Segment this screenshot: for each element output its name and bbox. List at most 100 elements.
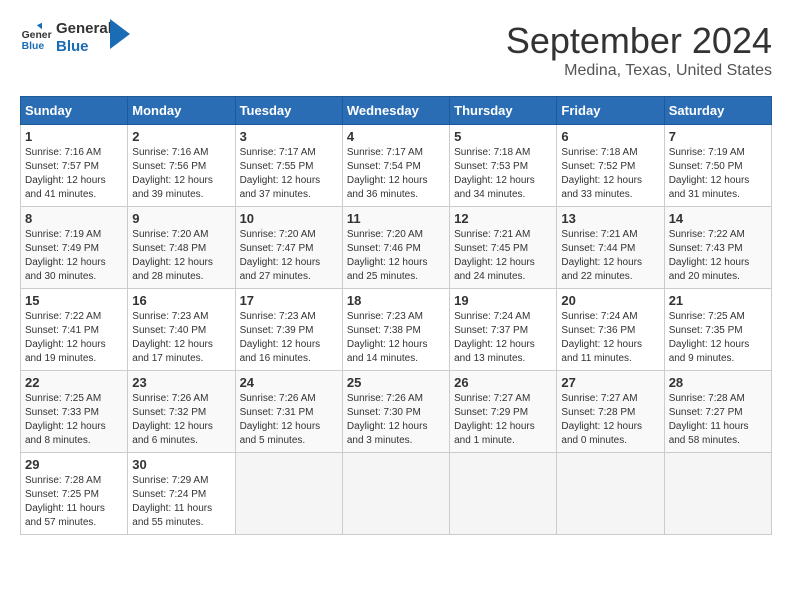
day-info: Sunrise: 7:26 AMSunset: 7:31 PMDaylight:… [240, 393, 321, 446]
calendar-cell: 25 Sunrise: 7:26 AMSunset: 7:30 PMDaylig… [342, 371, 449, 453]
day-number: 27 [561, 375, 659, 390]
day-info: Sunrise: 7:27 AMSunset: 7:28 PMDaylight:… [561, 393, 642, 446]
day-number: 4 [347, 129, 445, 144]
day-number: 29 [25, 457, 123, 472]
day-info: Sunrise: 7:18 AMSunset: 7:53 PMDaylight:… [454, 147, 535, 200]
calendar-row: 8 Sunrise: 7:19 AMSunset: 7:49 PMDayligh… [21, 207, 772, 289]
calendar-cell [342, 453, 449, 535]
calendar-cell: 16 Sunrise: 7:23 AMSunset: 7:40 PMDaylig… [128, 289, 235, 371]
day-info: Sunrise: 7:20 AMSunset: 7:47 PMDaylight:… [240, 229, 321, 282]
page-header: General Blue General Blue September 2024… [20, 20, 772, 80]
day-number: 6 [561, 129, 659, 144]
day-info: Sunrise: 7:19 AMSunset: 7:50 PMDaylight:… [669, 147, 750, 200]
calendar-cell: 26 Sunrise: 7:27 AMSunset: 7:29 PMDaylig… [450, 371, 557, 453]
day-info: Sunrise: 7:19 AMSunset: 7:49 PMDaylight:… [25, 229, 106, 282]
day-info: Sunrise: 7:23 AMSunset: 7:38 PMDaylight:… [347, 311, 428, 364]
day-number: 14 [669, 211, 767, 226]
day-number: 15 [25, 293, 123, 308]
calendar-cell: 7 Sunrise: 7:19 AMSunset: 7:50 PMDayligh… [664, 125, 771, 207]
day-info: Sunrise: 7:16 AMSunset: 7:57 PMDaylight:… [25, 147, 106, 200]
calendar-cell: 18 Sunrise: 7:23 AMSunset: 7:38 PMDaylig… [342, 289, 449, 371]
calendar-cell: 22 Sunrise: 7:25 AMSunset: 7:33 PMDaylig… [21, 371, 128, 453]
month-title: September 2024 [506, 20, 772, 62]
calendar-cell: 23 Sunrise: 7:26 AMSunset: 7:32 PMDaylig… [128, 371, 235, 453]
day-info: Sunrise: 7:26 AMSunset: 7:30 PMDaylight:… [347, 393, 428, 446]
day-number: 17 [240, 293, 338, 308]
day-number: 22 [25, 375, 123, 390]
day-number: 8 [25, 211, 123, 226]
logo-icon: General Blue [20, 22, 52, 54]
calendar-row: 15 Sunrise: 7:22 AMSunset: 7:41 PMDaylig… [21, 289, 772, 371]
day-number: 26 [454, 375, 552, 390]
calendar-cell [664, 453, 771, 535]
calendar-cell: 9 Sunrise: 7:20 AMSunset: 7:48 PMDayligh… [128, 207, 235, 289]
logo: General Blue General Blue [20, 20, 130, 56]
day-info: Sunrise: 7:29 AMSunset: 7:24 PMDaylight:… [132, 475, 212, 528]
calendar-row: 29 Sunrise: 7:28 AMSunset: 7:25 PMDaylig… [21, 453, 772, 535]
calendar-cell: 11 Sunrise: 7:20 AMSunset: 7:46 PMDaylig… [342, 207, 449, 289]
calendar-cell: 17 Sunrise: 7:23 AMSunset: 7:39 PMDaylig… [235, 289, 342, 371]
col-wednesday: Wednesday [342, 97, 449, 125]
day-number: 25 [347, 375, 445, 390]
day-number: 20 [561, 293, 659, 308]
day-info: Sunrise: 7:23 AMSunset: 7:40 PMDaylight:… [132, 311, 213, 364]
calendar-cell: 8 Sunrise: 7:19 AMSunset: 7:49 PMDayligh… [21, 207, 128, 289]
calendar-cell [450, 453, 557, 535]
calendar-cell: 20 Sunrise: 7:24 AMSunset: 7:36 PMDaylig… [557, 289, 664, 371]
day-number: 23 [132, 375, 230, 390]
calendar-cell: 29 Sunrise: 7:28 AMSunset: 7:25 PMDaylig… [21, 453, 128, 535]
col-tuesday: Tuesday [235, 97, 342, 125]
logo-chevron [110, 19, 130, 49]
calendar-cell: 21 Sunrise: 7:25 AMSunset: 7:35 PMDaylig… [664, 289, 771, 371]
calendar-cell: 12 Sunrise: 7:21 AMSunset: 7:45 PMDaylig… [450, 207, 557, 289]
day-number: 1 [25, 129, 123, 144]
col-friday: Friday [557, 97, 664, 125]
calendar-cell: 24 Sunrise: 7:26 AMSunset: 7:31 PMDaylig… [235, 371, 342, 453]
calendar-cell: 4 Sunrise: 7:17 AMSunset: 7:54 PMDayligh… [342, 125, 449, 207]
day-number: 2 [132, 129, 230, 144]
day-info: Sunrise: 7:22 AMSunset: 7:41 PMDaylight:… [25, 311, 106, 364]
calendar-cell: 27 Sunrise: 7:27 AMSunset: 7:28 PMDaylig… [557, 371, 664, 453]
day-info: Sunrise: 7:17 AMSunset: 7:55 PMDaylight:… [240, 147, 321, 200]
calendar-cell [557, 453, 664, 535]
calendar-cell: 5 Sunrise: 7:18 AMSunset: 7:53 PMDayligh… [450, 125, 557, 207]
col-sunday: Sunday [21, 97, 128, 125]
col-thursday: Thursday [450, 97, 557, 125]
calendar-cell: 13 Sunrise: 7:21 AMSunset: 7:44 PMDaylig… [557, 207, 664, 289]
header-row: Sunday Monday Tuesday Wednesday Thursday… [21, 97, 772, 125]
day-info: Sunrise: 7:22 AMSunset: 7:43 PMDaylight:… [669, 229, 750, 282]
calendar-cell: 10 Sunrise: 7:20 AMSunset: 7:47 PMDaylig… [235, 207, 342, 289]
calendar-cell: 30 Sunrise: 7:29 AMSunset: 7:24 PMDaylig… [128, 453, 235, 535]
day-info: Sunrise: 7:18 AMSunset: 7:52 PMDaylight:… [561, 147, 642, 200]
day-info: Sunrise: 7:25 AMSunset: 7:33 PMDaylight:… [25, 393, 106, 446]
day-number: 28 [669, 375, 767, 390]
day-number: 7 [669, 129, 767, 144]
day-info: Sunrise: 7:20 AMSunset: 7:48 PMDaylight:… [132, 229, 213, 282]
calendar-table: Sunday Monday Tuesday Wednesday Thursday… [20, 96, 772, 535]
day-number: 24 [240, 375, 338, 390]
day-number: 3 [240, 129, 338, 144]
day-info: Sunrise: 7:28 AMSunset: 7:25 PMDaylight:… [25, 475, 105, 528]
day-info: Sunrise: 7:16 AMSunset: 7:56 PMDaylight:… [132, 147, 213, 200]
day-info: Sunrise: 7:21 AMSunset: 7:44 PMDaylight:… [561, 229, 642, 282]
calendar-row: 22 Sunrise: 7:25 AMSunset: 7:33 PMDaylig… [21, 371, 772, 453]
day-info: Sunrise: 7:27 AMSunset: 7:29 PMDaylight:… [454, 393, 535, 446]
svg-text:General: General [22, 30, 52, 41]
calendar-cell: 1 Sunrise: 7:16 AMSunset: 7:57 PMDayligh… [21, 125, 128, 207]
title-block: September 2024 Medina, Texas, United Sta… [506, 20, 772, 80]
day-info: Sunrise: 7:26 AMSunset: 7:32 PMDaylight:… [132, 393, 213, 446]
day-info: Sunrise: 7:23 AMSunset: 7:39 PMDaylight:… [240, 311, 321, 364]
calendar-cell: 2 Sunrise: 7:16 AMSunset: 7:56 PMDayligh… [128, 125, 235, 207]
calendar-row: 1 Sunrise: 7:16 AMSunset: 7:57 PMDayligh… [21, 125, 772, 207]
day-number: 21 [669, 293, 767, 308]
day-info: Sunrise: 7:25 AMSunset: 7:35 PMDaylight:… [669, 311, 750, 364]
location: Medina, Texas, United States [506, 62, 772, 80]
day-info: Sunrise: 7:17 AMSunset: 7:54 PMDaylight:… [347, 147, 428, 200]
col-saturday: Saturday [664, 97, 771, 125]
day-number: 12 [454, 211, 552, 226]
calendar-cell: 15 Sunrise: 7:22 AMSunset: 7:41 PMDaylig… [21, 289, 128, 371]
col-monday: Monday [128, 97, 235, 125]
day-info: Sunrise: 7:21 AMSunset: 7:45 PMDaylight:… [454, 229, 535, 282]
calendar-cell: 14 Sunrise: 7:22 AMSunset: 7:43 PMDaylig… [664, 207, 771, 289]
day-number: 9 [132, 211, 230, 226]
